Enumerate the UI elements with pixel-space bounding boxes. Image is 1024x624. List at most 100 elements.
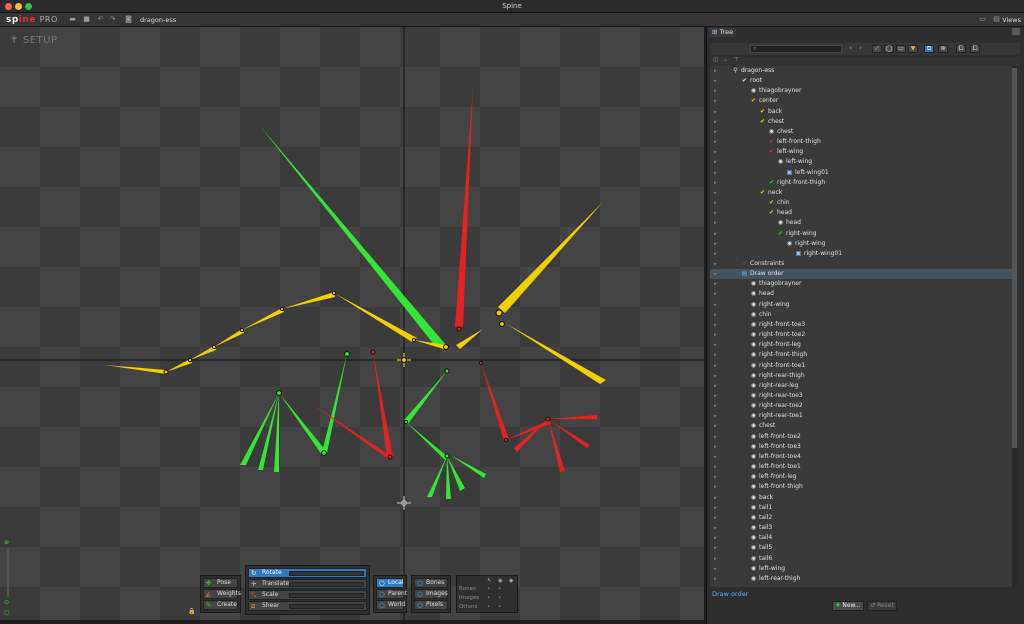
tree-row[interactable]: ▸ ✔ root: [710, 76, 1012, 86]
expand-icon[interactable]: ▸: [714, 482, 717, 492]
expand-icon[interactable]: ▸: [714, 218, 717, 228]
tree-row[interactable]: ▸ ◉ right-rear-leg: [710, 381, 1012, 391]
bone-neck[interactable]: [455, 87, 473, 327]
tree-row[interactable]: ▸ ✔ head: [710, 208, 1012, 218]
tree-row[interactable]: ▸ ◉ right-rear-toe3: [710, 391, 1012, 401]
expand-icon[interactable]: ▸: [714, 259, 717, 269]
local-axes-button[interactable]: ○ Local: [376, 578, 404, 588]
reset-button[interactable]: ↺ Reset: [867, 601, 897, 611]
folder-icon[interactable]: ▬: [68, 15, 77, 24]
tree-list[interactable]: ▸ ⚲ dragon-ess ▸ ✔ root ▸ ◉ thiagobrayner ▸ ✔ cente…: [710, 66, 1012, 587]
bone-right-front-toe1[interactable]: [427, 456, 447, 497]
tree-row[interactable]: ▸ ◉ left-rear-thigh: [710, 574, 1012, 584]
tree-row[interactable]: ▸ ✔ right-front-thigh: [710, 178, 1012, 188]
collapse-button[interactable]: ⊛: [938, 45, 948, 53]
expand-icon[interactable]: ▸: [714, 452, 717, 462]
create-tool-button[interactable]: ✎ Create: [203, 600, 238, 610]
expand-icon[interactable]: ▸: [714, 229, 717, 239]
paste-button[interactable]: ⧠: [970, 45, 980, 53]
expand-icon[interactable]: ▸: [714, 340, 717, 350]
tree-row[interactable]: ▸ ⟋ Constraints: [710, 259, 1012, 269]
translate-tool-button[interactable]: ✛ Translate: [248, 579, 367, 589]
bone-right-rear-thigh[interactable]: [322, 354, 347, 453]
expand-icon[interactable]: ▸: [714, 127, 717, 137]
expand-icon[interactable]: ▸: [714, 432, 717, 442]
zoom-fit-icon[interactable]: ⊙: [4, 599, 12, 606]
tree-row[interactable]: ▸ ◉ right-wing: [710, 300, 1012, 310]
tree-row[interactable]: ▸ ◉ tail5: [710, 543, 1012, 553]
expand-icon[interactable]: ▸: [714, 330, 717, 340]
expand-icon[interactable]: ▸: [714, 178, 717, 188]
bone-tail5[interactable]: [166, 359, 192, 372]
rotate-tool-button[interactable]: ↻ Rotate: [248, 568, 367, 578]
expand-icon[interactable]: ▸: [714, 543, 717, 553]
tree-row[interactable]: ▸ ✔ neck: [710, 188, 1012, 198]
tree-row[interactable]: ▸ ◉ right-rear-toe1: [710, 411, 1012, 421]
expand-icon[interactable]: ▸: [714, 533, 717, 543]
tree-row[interactable]: ▸ ◉ left-front-toe3: [710, 442, 1012, 452]
search-next-icon[interactable]: ›: [856, 44, 865, 53]
images-compensate-button[interactable]: ○ Images: [414, 589, 448, 599]
expand-icon[interactable]: ▸: [714, 513, 717, 523]
expand-icon[interactable]: ▸: [714, 361, 717, 371]
world-axes-button[interactable]: ○ World: [376, 600, 405, 610]
bone-jaw[interactable]: [456, 329, 483, 349]
bone-left-front-thigh[interactable]: [481, 363, 509, 441]
tab-tree[interactable]: ⊞ Tree: [709, 28, 737, 37]
bone-tail6[interactable]: [105, 365, 166, 374]
save-icon[interactable]: ■: [82, 15, 91, 24]
bone-left-rear-thigh[interactable]: [373, 352, 393, 457]
tree-row[interactable]: ▸ ◉ right-front-toe3: [710, 320, 1012, 330]
expand-icon[interactable]: ▸: [714, 472, 717, 482]
expand-icon[interactable]: ▸: [714, 86, 717, 96]
expand-icon[interactable]: ▸: [714, 381, 717, 391]
tree-row[interactable]: ▸ ◉ left-wing: [710, 564, 1012, 574]
expand-icon[interactable]: ▸: [714, 411, 717, 421]
expand-icon[interactable]: ▸: [714, 157, 717, 167]
tree-row[interactable]: ▸ ◉ left-front-toe2: [710, 432, 1012, 442]
frame-icon[interactable]: ▢: [4, 609, 12, 616]
tree-search-input[interactable]: ⌕: [750, 45, 842, 53]
tree-row[interactable]: ▸ ◉ tail1: [710, 503, 1012, 513]
tree-row[interactable]: ▸ ◉ chin: [710, 310, 1012, 320]
expand-icon[interactable]: ▸: [714, 208, 717, 218]
tree-row[interactable]: ▸ ▤ Draw order: [710, 269, 1012, 280]
expand-icon[interactable]: ▸: [714, 442, 717, 452]
filter-attachments-button[interactable]: ▭: [896, 45, 906, 53]
tree-row[interactable]: ▸ ◉ right-front-toe2: [710, 330, 1012, 340]
bone-right-rear-toe1[interactable]: [240, 393, 279, 465]
tree-row[interactable]: ▸ ◉ right-front-toe1: [710, 361, 1012, 371]
tree-row[interactable]: ▸ ◉ chest: [710, 421, 1012, 431]
tree-row[interactable]: ▸ ◉ tail2: [710, 513, 1012, 523]
tree-row[interactable]: ▸ ◉ tail3: [710, 523, 1012, 533]
tree-row[interactable]: ▸ ✔ chin: [710, 198, 1012, 208]
tree-row[interactable]: ▸ ◉ left-wing: [710, 157, 1012, 167]
tree-row[interactable]: ▸ ◉ back: [710, 493, 1012, 503]
tree-row[interactable]: ▸ ✔ chest: [710, 117, 1012, 127]
tree-row[interactable]: ▸ ✔ back: [710, 107, 1012, 117]
visibility-row-images[interactable]: Images • •: [459, 595, 515, 604]
pixels-compensate-button[interactable]: ○ Pixels: [414, 600, 448, 610]
expand-icon[interactable]: ▸: [714, 554, 717, 564]
bone-tail1[interactable]: [282, 292, 335, 309]
bone-tail3[interactable]: [214, 329, 244, 347]
tree-scrollbar[interactable]: [1012, 66, 1017, 587]
root-bone-crosshair[interactable]: [397, 353, 411, 367]
new-button[interactable]: ✚ New...: [832, 601, 864, 611]
tree-row[interactable]: ▸ ◉ thiagobrayner: [710, 279, 1012, 289]
zoom-slider[interactable]: ⊕ ⊙ ▢: [4, 539, 14, 619]
expand-icon[interactable]: ▸: [714, 401, 717, 411]
tree-row[interactable]: ▸ ◉ head: [710, 218, 1012, 228]
tree-row[interactable]: ▸ ✔ right-wing: [710, 229, 1012, 239]
visibility-column-icon[interactable]: ◫: [713, 57, 718, 63]
bone-left-front-toe3[interactable]: [548, 419, 565, 472]
expand-icon[interactable]: ▸: [714, 198, 717, 208]
expand-icon[interactable]: ▸: [714, 239, 717, 249]
skeleton-canvas[interactable]: [0, 27, 704, 620]
bone-left-front-toe4[interactable]: [514, 419, 548, 452]
tree-row[interactable]: ▸ ◉ chest: [710, 127, 1012, 137]
tree-row[interactable]: ▸ ◉ right-front-leg: [710, 340, 1012, 350]
filter-slots-button[interactable]: ◯: [884, 45, 894, 53]
parent-axes-button[interactable]: ○ Parent: [376, 589, 407, 599]
editor-viewport[interactable]: ✝ SETUP ⊕ ⊙ ▢ ✥ Pose ◭ Weights ✎ Create …: [0, 27, 704, 620]
